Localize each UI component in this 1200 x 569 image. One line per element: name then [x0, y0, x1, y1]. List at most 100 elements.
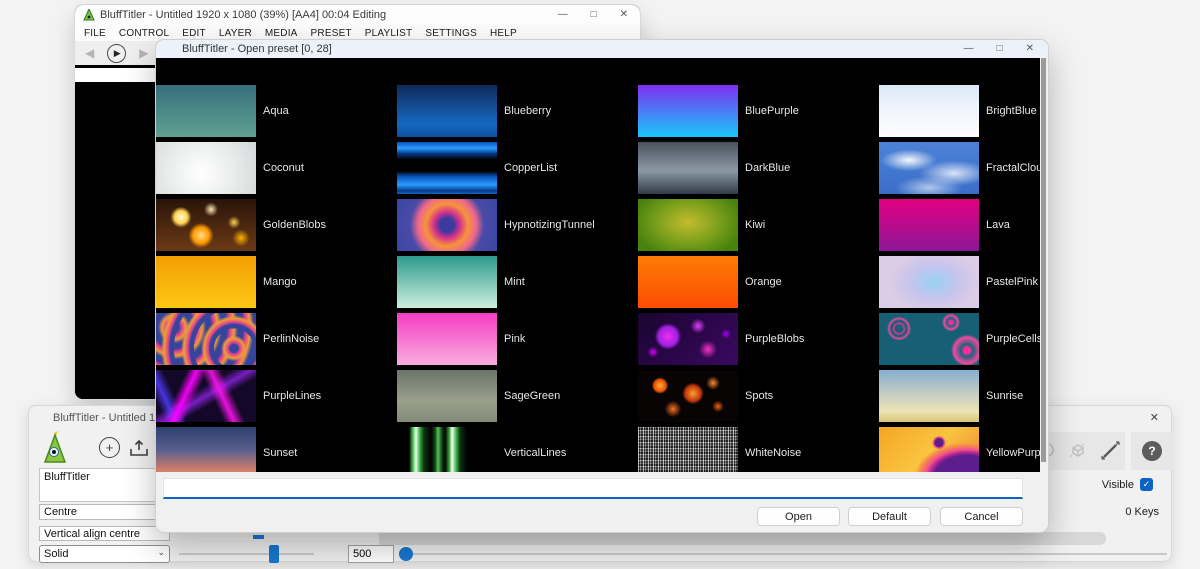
- preset-thumbnail[interactable]: [156, 256, 256, 308]
- preset-item[interactable]: BrightBlue: [879, 82, 1040, 139]
- maximize-button[interactable]: □: [591, 10, 597, 20]
- scale-pen-icon[interactable]: [1099, 440, 1121, 462]
- menu-item-media[interactable]: MEDIA: [265, 28, 298, 39]
- preset-thumbnail[interactable]: [397, 313, 497, 365]
- slider-handle[interactable]: [269, 545, 279, 563]
- preset-item[interactable]: Sunrise: [879, 367, 1040, 424]
- preset-thumbnail[interactable]: [879, 199, 979, 251]
- preset-item[interactable]: Kiwi: [638, 196, 879, 253]
- open-button[interactable]: Open: [757, 507, 840, 526]
- preset-thumbnail[interactable]: [397, 370, 497, 422]
- preset-item[interactable]: Mint: [397, 253, 638, 310]
- position-dropdown[interactable]: Centre: [39, 504, 160, 520]
- dialog-maximize-button[interactable]: □: [997, 44, 1003, 54]
- preset-item[interactable]: Sunset: [156, 424, 397, 472]
- preset-thumbnail[interactable]: [638, 427, 738, 473]
- preset-thumbnail[interactable]: [638, 256, 738, 308]
- menu-item-control[interactable]: CONTROL: [119, 28, 169, 39]
- preset-item[interactable]: BluePurple: [638, 82, 879, 139]
- preset-item[interactable]: SageGreen: [397, 367, 638, 424]
- preset-thumbnail[interactable]: [879, 370, 979, 422]
- preset-item[interactable]: Spots: [638, 367, 879, 424]
- dialog-close-button[interactable]: ✕: [1026, 44, 1034, 54]
- preset-thumbnail[interactable]: [879, 85, 979, 137]
- preset-item[interactable]: WhiteNoise: [638, 424, 879, 472]
- size-input[interactable]: [348, 545, 394, 563]
- default-button[interactable]: Default: [848, 507, 931, 526]
- preset-item[interactable]: Aqua: [156, 82, 397, 139]
- preset-thumbnail[interactable]: [879, 256, 979, 308]
- preset-thumbnail[interactable]: [879, 313, 979, 365]
- preset-item[interactable]: PurpleCells: [879, 310, 1040, 367]
- preset-item[interactable]: PastelPink: [879, 253, 1040, 310]
- preset-item[interactable]: VerticalLines: [397, 424, 638, 472]
- preset-item[interactable]: Orange: [638, 253, 879, 310]
- add-layer-button[interactable]: +: [99, 437, 120, 458]
- scrollbar-thumb[interactable]: [1041, 58, 1046, 462]
- preset-thumbnail[interactable]: [156, 142, 256, 194]
- preset-thumbnail[interactable]: [397, 199, 497, 251]
- preset-thumbnail[interactable]: [156, 427, 256, 473]
- preset-item[interactable]: GoldenBlobs: [156, 196, 397, 253]
- vertical-align-dropdown[interactable]: Vertical align centre: [39, 526, 170, 541]
- slider-knob[interactable]: [399, 547, 413, 561]
- menu-item-playlist[interactable]: PLAYLIST: [365, 28, 413, 39]
- play-button[interactable]: ▶: [107, 44, 126, 63]
- preset-thumbnail[interactable]: [397, 85, 497, 137]
- preset-item[interactable]: Lava: [879, 196, 1040, 253]
- forward-arrow-icon[interactable]: ▶: [139, 46, 148, 60]
- menu-item-file[interactable]: FILE: [84, 28, 106, 39]
- preset-item[interactable]: PurpleLines: [156, 367, 397, 424]
- preset-item[interactable]: FractalCloud: [879, 139, 1040, 196]
- visible-checkbox[interactable]: ✓: [1140, 478, 1153, 491]
- filename-input[interactable]: [163, 478, 1023, 499]
- preset-item[interactable]: Mango: [156, 253, 397, 310]
- import-icon[interactable]: [128, 437, 150, 459]
- dialog-minimize-button[interactable]: —: [964, 44, 974, 54]
- preset-thumbnail[interactable]: [638, 199, 738, 251]
- preset-item[interactable]: Blueberry: [397, 82, 638, 139]
- chevron-down-icon: ⌄: [157, 547, 165, 558]
- scrollbar[interactable]: [1040, 58, 1047, 530]
- preset-thumbnail[interactable]: [638, 313, 738, 365]
- preset-thumbnail[interactable]: [156, 313, 256, 365]
- preset-thumbnail[interactable]: [638, 85, 738, 137]
- close-button[interactable]: ✕: [620, 10, 628, 20]
- menu-item-help[interactable]: HELP: [490, 28, 517, 39]
- preset-thumbnail[interactable]: [156, 370, 256, 422]
- size-slider[interactable]: [397, 545, 1167, 563]
- preset-thumbnail[interactable]: [879, 142, 979, 194]
- preset-item[interactable]: PurpleBlobs: [638, 310, 879, 367]
- layer-text-input[interactable]: BluffTitler: [39, 468, 174, 502]
- preset-item[interactable]: DarkBlue: [638, 139, 879, 196]
- cancel-button[interactable]: Cancel: [940, 507, 1023, 526]
- preset-thumbnail[interactable]: [156, 85, 256, 137]
- minimize-button[interactable]: —: [558, 10, 568, 20]
- preset-item[interactable]: Pink: [397, 310, 638, 367]
- close-icon[interactable]: ✕: [1150, 411, 1159, 424]
- menu-item-layer[interactable]: LAYER: [219, 28, 252, 39]
- value-slider[interactable]: [179, 545, 314, 563]
- style-dropdown[interactable]: Solid ⌄: [39, 545, 170, 563]
- preset-thumbnail[interactable]: [397, 256, 497, 308]
- help-button[interactable]: ?: [1142, 441, 1162, 461]
- stage-text-field[interactable]: [75, 68, 157, 82]
- preset-item[interactable]: HypnotizingTunnel: [397, 196, 638, 253]
- menu-item-settings[interactable]: SETTINGS: [425, 28, 477, 39]
- hidden-slider-handle[interactable]: [253, 535, 264, 539]
- preset-item[interactable]: CopperList: [397, 139, 638, 196]
- preset-thumbnail[interactable]: [397, 427, 497, 473]
- preset-item[interactable]: PerlinNoise: [156, 310, 397, 367]
- menu-item-edit[interactable]: EDIT: [182, 28, 206, 39]
- preset-item[interactable]: YellowPurpleBlobs: [879, 424, 1040, 472]
- preset-thumbnail[interactable]: [638, 142, 738, 194]
- preset-thumbnail[interactable]: [397, 142, 497, 194]
- menu-item-preset[interactable]: PRESET: [311, 28, 352, 39]
- preset-item[interactable]: Coconut: [156, 139, 397, 196]
- preset-thumbnail[interactable]: [879, 427, 979, 473]
- cube-icon[interactable]: [1067, 441, 1087, 461]
- preset-thumbnail[interactable]: [156, 199, 256, 251]
- keyframe-track[interactable]: [379, 532, 1106, 545]
- back-arrow-icon[interactable]: ◀: [85, 46, 94, 60]
- preset-thumbnail[interactable]: [638, 370, 738, 422]
